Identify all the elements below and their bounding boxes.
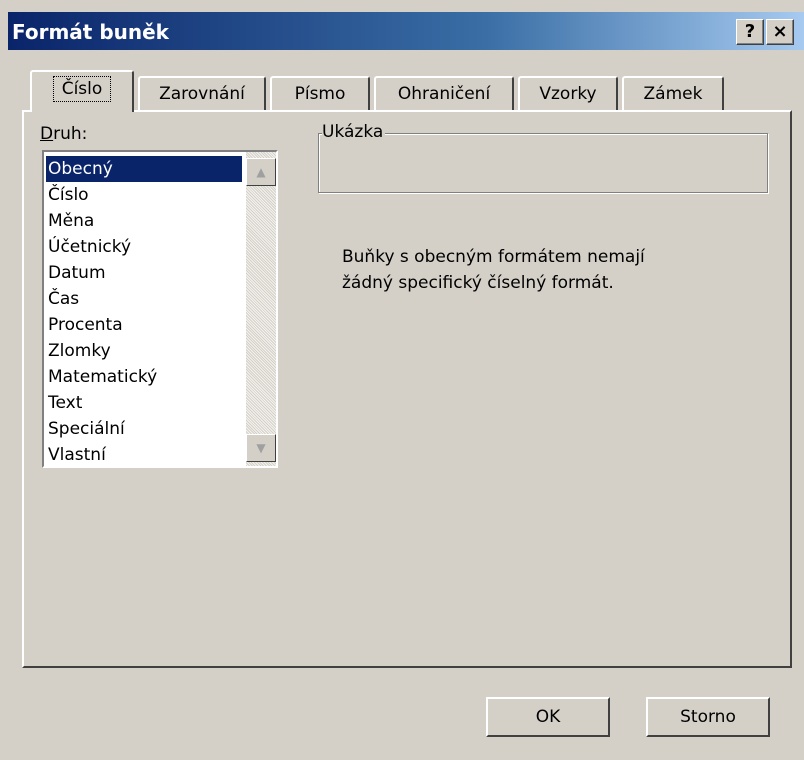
scroll-up-arrow-icon[interactable]: ▲ xyxy=(246,158,276,186)
ok-button[interactable]: OK xyxy=(486,697,610,737)
format-description: Buňky s obecným formátem nemají žádný sp… xyxy=(342,244,645,296)
tab-label: Číslo xyxy=(52,76,112,102)
tab-label: Písmo xyxy=(294,84,346,104)
title-bar[interactable]: Formát buněk ? × xyxy=(8,12,804,50)
list-item[interactable]: Speciální xyxy=(46,416,242,442)
description-line-1: Buňky s obecným formátem nemají xyxy=(342,247,645,267)
list-item[interactable]: Vlastní xyxy=(46,442,242,466)
format-cells-dialog: Formát buněk ? × Číslo Zarovnání Písmo O… xyxy=(0,0,804,760)
sample-legend: Ukázka xyxy=(322,122,386,142)
tab-vzorky[interactable]: Vzorky xyxy=(518,76,618,112)
list-item[interactable]: Obecný xyxy=(46,156,242,182)
category-list: Obecný Číslo Měna Účetnický Datum Čas Pr… xyxy=(46,156,242,466)
tab-label: Vzorky xyxy=(539,84,597,104)
list-item[interactable]: Text xyxy=(46,390,242,416)
sample-groupbox xyxy=(318,133,768,193)
scroll-down-arrow-icon[interactable]: ▼ xyxy=(246,434,276,462)
tab-pismo[interactable]: Písmo xyxy=(270,76,370,112)
category-label-accelerator: D xyxy=(40,124,54,144)
tab-label: Zarovnání xyxy=(159,84,245,104)
list-item[interactable]: Procenta xyxy=(46,312,242,338)
list-item[interactable]: Čas xyxy=(46,286,242,312)
tab-ohraniceni[interactable]: Ohraničení xyxy=(374,76,514,112)
list-item[interactable]: Měna xyxy=(46,208,242,234)
description-line-2: žádný specifický číselný formát. xyxy=(342,273,614,293)
tab-cislo[interactable]: Číslo xyxy=(30,70,134,112)
list-item[interactable]: Zlomky xyxy=(46,338,242,364)
list-item[interactable]: Číslo xyxy=(46,182,242,208)
list-item[interactable]: Účetnický xyxy=(46,234,242,260)
tab-label: Ohraničení xyxy=(397,84,491,104)
close-button[interactable]: × xyxy=(766,19,794,45)
tab-label: Zámek xyxy=(643,84,703,104)
category-listbox[interactable]: Obecný Číslo Měna Účetnický Datum Čas Pr… xyxy=(42,150,278,468)
listbox-scrollbar[interactable]: ▲ ▼ xyxy=(246,152,276,466)
cancel-button[interactable]: Storno xyxy=(646,697,770,737)
dialog-title: Formát buněk xyxy=(12,20,169,44)
tab-zamek[interactable]: Zámek xyxy=(622,76,724,112)
category-label-text: ruh: xyxy=(53,124,88,144)
category-label: Druh: xyxy=(40,124,87,144)
help-button[interactable]: ? xyxy=(736,19,764,45)
list-item[interactable]: Matematický xyxy=(46,364,242,390)
tab-zarovnani[interactable]: Zarovnání xyxy=(138,76,266,112)
list-item[interactable]: Datum xyxy=(46,260,242,286)
